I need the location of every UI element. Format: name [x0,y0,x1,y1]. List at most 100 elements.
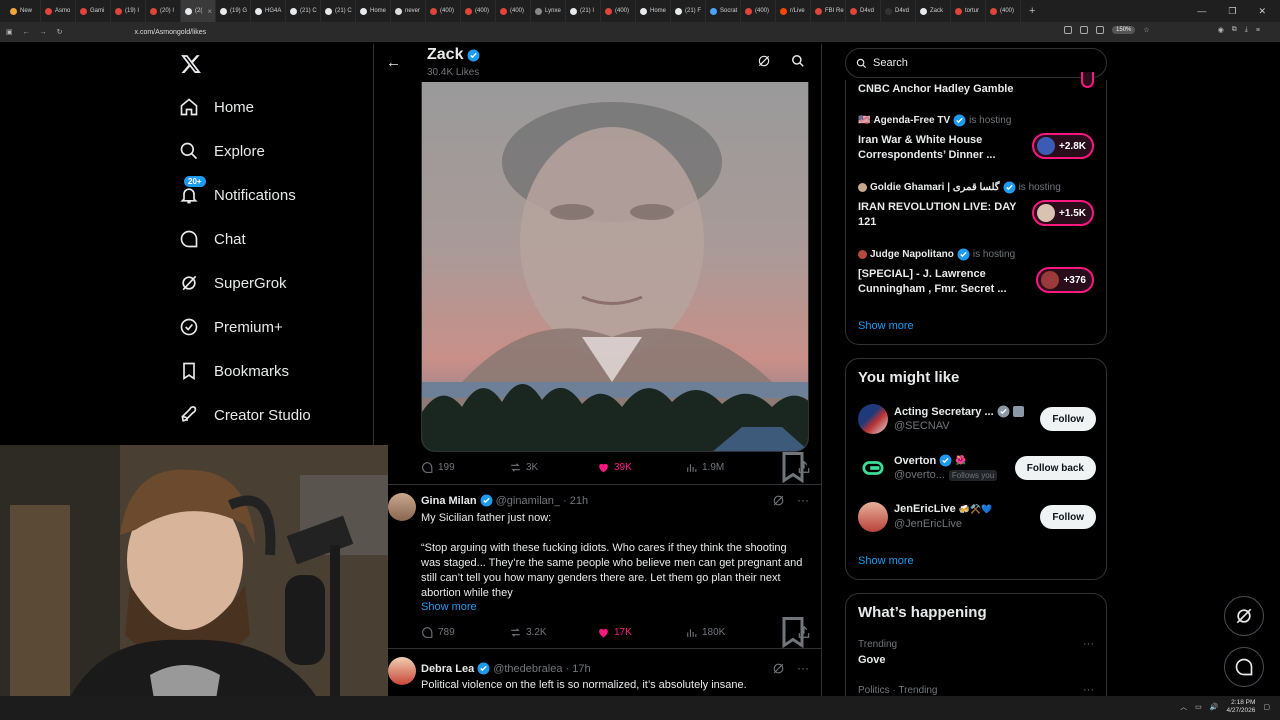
space-listeners-pill[interactable] [1081,72,1094,88]
tweet-item[interactable]: Gina Milan @ginamilan_ · 21h ··· My Sici… [374,484,821,649]
url-field[interactable]: x.com/Asmongold/likes [135,29,207,36]
browser-tab[interactable]: D4vd [846,0,881,22]
browser-tab[interactable]: Gami [76,0,111,22]
browser-tab[interactable]: (400) [496,0,531,22]
search-input[interactable]: Search [845,48,1107,78]
nav-explore[interactable]: Explore [178,140,265,162]
space-listeners-pill[interactable]: +1.5K [1032,200,1094,226]
sidebar-toggle-icon[interactable]: ▣ [6,28,13,36]
star-icon[interactable]: ☆ [1143,26,1149,34]
browser-tab[interactable]: tortur [951,0,986,22]
network-icon[interactable]: ▭ [1195,703,1202,711]
share-icon[interactable] [797,625,811,639]
reader-icon[interactable] [1064,26,1073,34]
trend-name[interactable]: Gove [858,654,886,666]
browser-tab[interactable]: (400) [601,0,636,22]
follow-suggestion[interactable]: Acting Secretary ... @SECNAV Follow [858,403,1096,437]
forward-nav-icon[interactable]: → [40,29,47,36]
browser-tab[interactable]: HG4A [251,0,286,22]
grok-analyze-icon[interactable] [772,662,785,675]
x-logo-icon[interactable] [180,53,202,75]
nav-home[interactable]: Home [178,96,254,118]
follow-suggestion[interactable]: Overton 🌺 @overto... Follows you Follow … [858,452,1096,486]
tweet-time[interactable]: · 21h [563,495,588,507]
browser-tab[interactable]: (400) [426,0,461,22]
extensions-icon[interactable]: ⧉ [1232,26,1237,34]
nav-bookmarks[interactable]: Bookmarks [178,360,289,382]
tweet-item[interactable]: Debra Lea @thedebralea · 17h ··· Politic… [374,648,821,696]
space-host[interactable]: Judge Napolitano is hosting [858,248,1015,261]
repost-button[interactable]: 3K [509,461,538,474]
browser-tab[interactable]: (2(× [181,0,216,22]
spaces-show-more-link[interactable]: Show more [858,320,914,332]
browser-tab[interactable]: (400) [461,0,496,22]
tab-share-icon[interactable] [1080,26,1089,34]
browser-tab[interactable]: Socrat [706,0,741,22]
browser-tab[interactable]: FBI Re [811,0,846,22]
close-tab-icon[interactable]: × [207,7,212,16]
like-button[interactable]: 17K [597,626,632,639]
browser-tab[interactable]: (21) C [321,0,356,22]
new-tab-icon[interactable]: + [1021,5,1043,17]
reload-icon[interactable]: ↻ [57,28,63,36]
nav-creator-studio[interactable]: Creator Studio [178,404,311,426]
close-window-icon[interactable]: ✕ [1258,6,1266,17]
nav-premium[interactable]: Premium+ [178,316,283,338]
zoom-level[interactable]: 150% [1112,26,1136,34]
reply-button[interactable]: 789 [421,626,455,639]
browser-tab[interactable]: r/Live [776,0,811,22]
browser-tab[interactable]: Zack [916,0,951,22]
space-listeners-pill[interactable]: +2.8K [1032,133,1094,159]
browser-tab[interactable]: New [6,0,41,22]
nav-notifications[interactable]: 20+ Notifications [178,176,296,206]
browser-tab[interactable]: Lynxe [531,0,566,22]
back-arrow-icon[interactable]: ← [386,54,401,71]
minimize-icon[interactable]: — [1197,6,1206,16]
avatar[interactable] [388,657,416,685]
tweet-media-image[interactable] [421,82,809,452]
nav-chat[interactable]: Chat [178,228,246,250]
more-options-icon[interactable]: ··· [797,493,809,507]
browser-tab[interactable]: (21) I [566,0,601,22]
trend-more-icon[interactable]: ··· [1083,638,1094,650]
browser-tab[interactable]: (400) [741,0,776,22]
views-button[interactable]: 180K [685,626,725,639]
downloads-icon[interactable]: ⤓ [1245,26,1248,34]
back-nav-icon[interactable]: ← [23,29,30,36]
avatar[interactable] [388,493,416,521]
follow-suggestion[interactable]: JenEricLive 🍻⚒️💙 @JenEricLive Follow [858,501,1096,535]
tweet-time[interactable]: · 17h [565,663,590,675]
grok-analyze-icon[interactable] [772,494,785,507]
browser-tab[interactable]: (19) G [216,0,251,22]
author-name[interactable]: Gina Milan [421,495,477,507]
space-host[interactable]: 🇺🇸 Agenda-Free TV is hosting [858,114,1011,127]
more-options-icon[interactable]: ··· [797,661,809,675]
maximize-icon[interactable]: ❐ [1228,6,1236,17]
views-button[interactable]: 1.9M [685,461,724,474]
browser-tab[interactable]: Asmo [41,0,76,22]
profile-search-icon[interactable] [791,54,805,68]
repost-button[interactable]: 3.2K [509,626,547,639]
show-more-link[interactable]: Show more [421,600,806,615]
clock[interactable]: 2:18 PM 4/27/2026 [1226,699,1255,715]
browser-tab[interactable]: Home [356,0,391,22]
space-listeners-pill[interactable]: +376 [1036,267,1094,293]
like-button[interactable]: 39K [597,461,632,474]
translate-icon[interactable] [1096,26,1105,34]
share-icon[interactable] [797,460,811,474]
browser-tab[interactable]: D4vd [881,0,916,22]
space-title[interactable]: CNBC Anchor Hadley Gamble [858,82,1058,97]
messages-fab-button[interactable] [1224,647,1264,687]
reply-button[interactable]: 199 [421,461,455,474]
follow-button[interactable]: Follow [1040,407,1096,431]
trend-more-icon[interactable]: ··· [1083,684,1094,696]
tray-chevron-icon[interactable]: ︿ [1180,702,1187,712]
author-name[interactable]: Debra Lea [421,663,474,675]
follow-button[interactable]: Follow [1040,505,1096,529]
browser-tab[interactable]: never [391,0,426,22]
browser-tab[interactable]: (400) [986,0,1021,22]
browser-tab[interactable]: (21) F [671,0,706,22]
space-host[interactable]: Goldie Ghamari | گلسا قمری is hosting [858,181,1061,194]
follow-back-button[interactable]: Follow back [1014,456,1096,480]
author-handle[interactable]: @ginamilan_ [496,495,560,507]
